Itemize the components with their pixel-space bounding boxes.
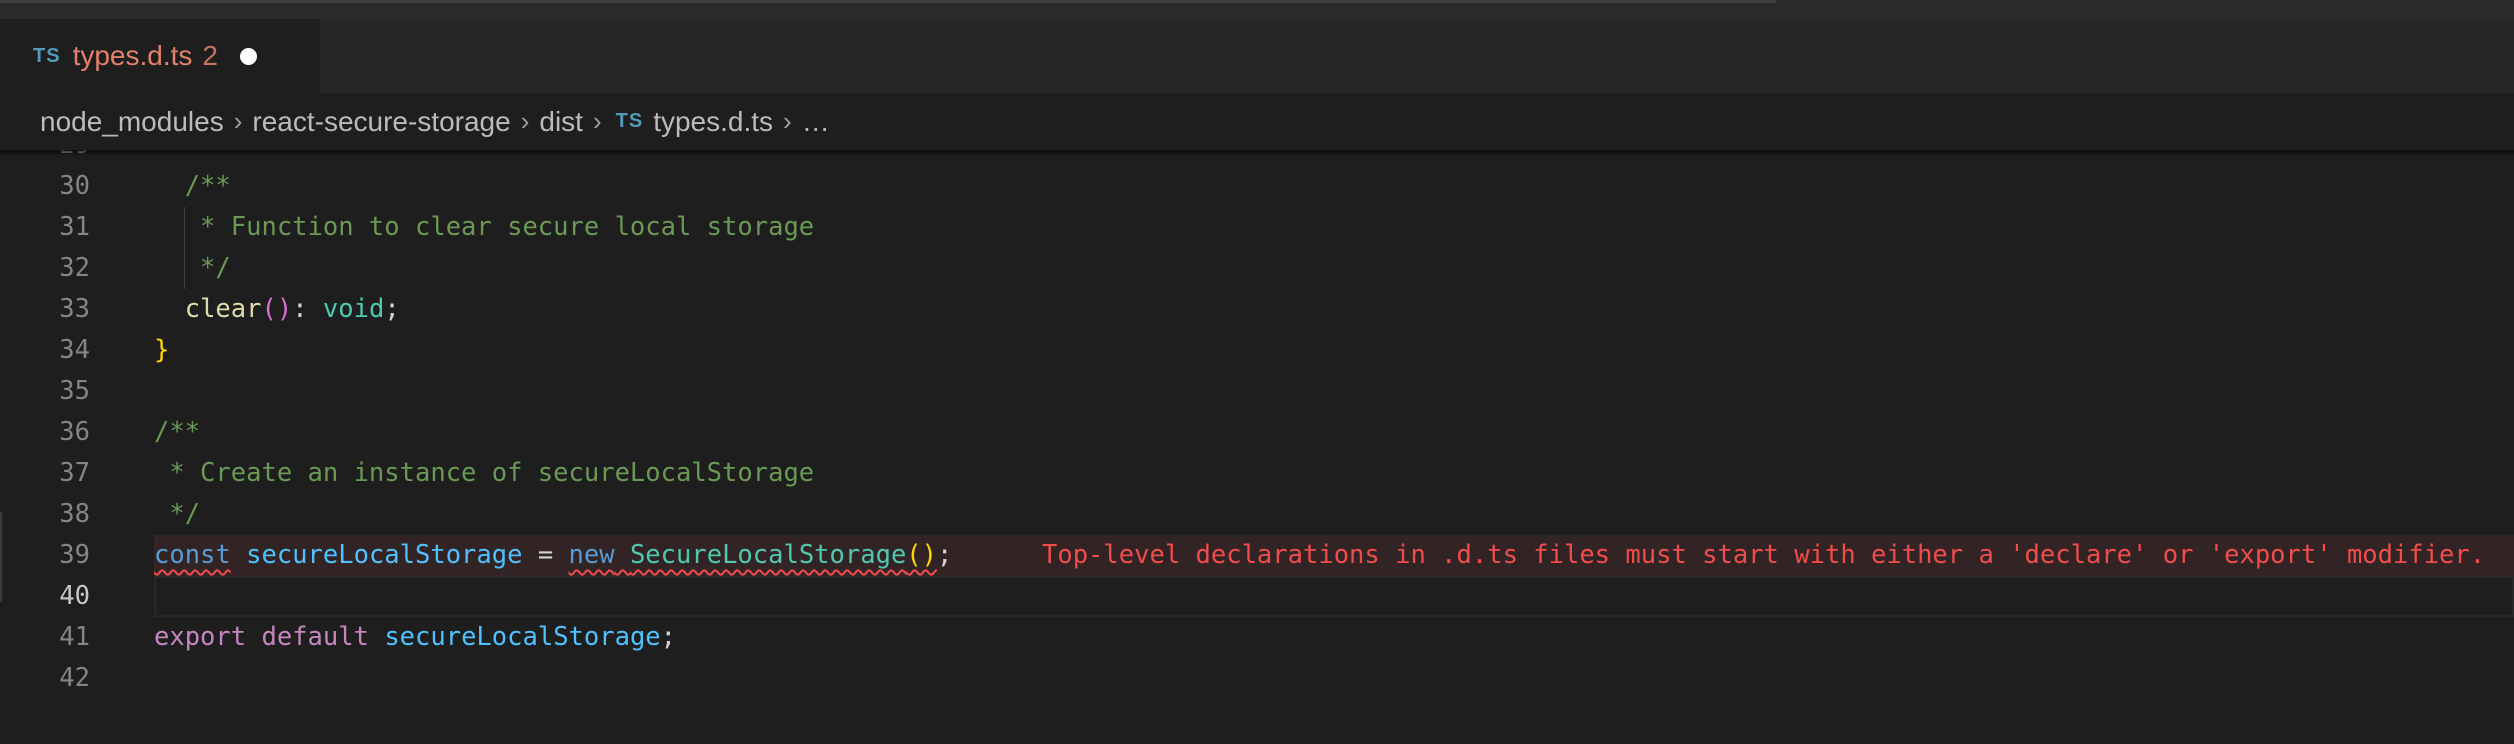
- line-number: 41: [59, 622, 90, 652]
- code-line[interactable]: 36 /**: [0, 412, 2514, 453]
- code-token: :: [292, 294, 323, 324]
- breadcrumb-file[interactable]: types.d.ts: [653, 106, 773, 138]
- inline-error-message: Top-level declarations in .d.ts files mu…: [1042, 540, 2486, 570]
- line-code: * Create an instance of secureLocalStora…: [154, 453, 814, 494]
- chevron-right-icon: ›: [783, 106, 792, 136]
- tab-bar: TS types.d.ts 2: [0, 19, 2514, 93]
- line-code: const secureLocalStorage = new SecureLoc…: [154, 535, 952, 576]
- line-code: /**: [154, 166, 231, 207]
- gutter-marker: [0, 512, 2, 602]
- line-number: 36: [59, 417, 90, 447]
- typescript-file-icon: TS: [33, 44, 61, 67]
- code-token: (): [906, 540, 938, 570]
- line-number: 40: [59, 581, 90, 611]
- breadcrumb-dist[interactable]: dist: [539, 106, 583, 138]
- line-number: 34: [59, 335, 90, 365]
- line-code: export default secureLocalStorage;: [154, 617, 676, 658]
- code-line[interactable]: 32 */: [0, 248, 2514, 289]
- line-code: }: [154, 330, 169, 371]
- title-strip-highlight: [0, 0, 1776, 3]
- tab-types-d-ts[interactable]: TS types.d.ts 2: [0, 19, 320, 93]
- breadcrumb-react-secure-storage[interactable]: react-secure-storage: [252, 106, 510, 138]
- code-lines: 2930 /**31 * Function to clear secure lo…: [0, 150, 2514, 699]
- title-strip: [0, 0, 2514, 19]
- typescript-file-icon: TS: [615, 110, 644, 132]
- line-code: */: [154, 248, 231, 289]
- line-number: 33: [59, 294, 90, 324]
- code-line[interactable]: 41 export default secureLocalStorage;: [0, 617, 2514, 658]
- code-token: SecureLocalStorage: [629, 540, 907, 570]
- code-line[interactable]: 38 */: [0, 494, 2514, 535]
- code-line[interactable]: 33 clear(): void;: [0, 289, 2514, 330]
- code-token: new: [568, 540, 615, 570]
- code-token: }: [154, 335, 170, 365]
- code-token: /**: [154, 171, 231, 201]
- line-number: 31: [59, 212, 90, 242]
- code-token: clear: [184, 294, 262, 324]
- code-token: secureLocalStorage: [384, 622, 661, 652]
- chevron-right-icon: ›: [592, 106, 602, 136]
- problem-count-badge: 2: [202, 40, 218, 71]
- code-line[interactable]: 30 /**: [0, 166, 2514, 207]
- code-token: const: [154, 540, 231, 570]
- code-line[interactable]: 35: [0, 371, 2514, 412]
- breadcrumb: node_modules › react-secure-storage › di…: [0, 93, 2514, 150]
- code-line[interactable]: 31 * Function to clear secure local stor…: [0, 207, 2514, 248]
- code-token: secureLocalStorage: [246, 540, 523, 570]
- tab-label: types.d.ts: [72, 40, 193, 71]
- line-code: * Function to clear secure local storage: [154, 207, 814, 248]
- code-token: export: [154, 622, 247, 652]
- line-number: 38: [59, 499, 90, 529]
- code-token: ;: [937, 540, 953, 570]
- line-number: 42: [59, 663, 90, 693]
- line-number: 30: [59, 171, 90, 201]
- code-token: =: [522, 540, 569, 570]
- code-line[interactable]: 42: [0, 658, 2514, 699]
- code-token: * Function to clear secure local storage: [154, 212, 815, 242]
- code-token: (): [261, 294, 293, 324]
- line-code: /**: [154, 412, 200, 453]
- current-line-highlight: [154, 576, 2514, 617]
- line-number: 32: [59, 253, 90, 283]
- line-code: clear(): void;: [154, 289, 400, 330]
- chevron-right-icon: ›: [233, 106, 243, 136]
- breadcrumb-node-modules[interactable]: node_modules: [40, 106, 224, 138]
- line-number: 37: [59, 458, 90, 488]
- code-token: default: [261, 622, 369, 652]
- code-token: */: [154, 499, 201, 529]
- chevron-right-icon: ›: [520, 106, 530, 136]
- line-code: */: [154, 494, 200, 535]
- code-line[interactable]: 34}: [0, 330, 2514, 371]
- unsaved-dot-icon[interactable]: [239, 47, 257, 65]
- code-token: /**: [154, 417, 201, 447]
- code-token: */: [154, 253, 231, 283]
- code-line[interactable]: 37 * Create an instance of secureLocalSt…: [0, 453, 2514, 494]
- code-line[interactable]: 39 const secureLocalStorage = new SecureL…: [0, 535, 2514, 576]
- breadcrumb-symbols[interactable]: …: [802, 106, 830, 138]
- code-token: void: [322, 294, 385, 324]
- code-line[interactable]: 40: [0, 576, 2514, 617]
- line-number: 39: [59, 540, 90, 570]
- code-token: ;: [660, 622, 677, 652]
- line-number: 35: [59, 376, 90, 406]
- code-token: * Create an instance of secureLocalStora…: [154, 458, 815, 488]
- code-editor[interactable]: 2930 /**31 * Function to clear secure lo…: [0, 150, 2514, 744]
- code-token: ;: [384, 294, 400, 324]
- scroll-shadow: [0, 150, 2514, 156]
